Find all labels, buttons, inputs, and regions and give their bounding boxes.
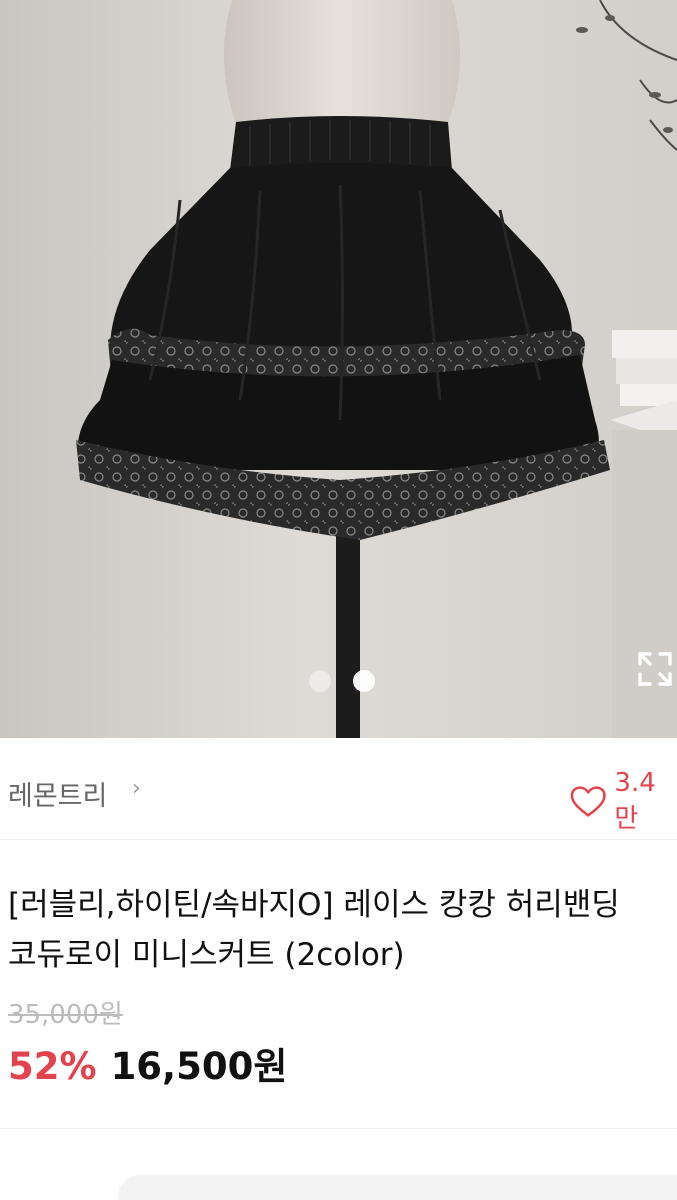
price-row: 52% 16,500원 [8, 1036, 287, 1090]
fullscreen-expand-icon[interactable] [636, 650, 674, 688]
original-price: 35,000원 [8, 1000, 123, 1030]
heart-outline-icon [570, 785, 606, 817]
like-button[interactable]: 3.4만 [570, 768, 677, 835]
product-photo [0, 0, 677, 738]
like-count: 3.4만 [614, 768, 656, 834]
sale-price: 16,500원 [110, 1045, 288, 1088]
seller-row[interactable]: 레몬트리 › 3.4만 [0, 738, 677, 840]
product-image[interactable] [0, 0, 677, 738]
discount-rate: 52% [8, 1045, 97, 1088]
section-divider [0, 1128, 677, 1129]
gallery-pagination [0, 670, 677, 692]
pagination-dot[interactable] [308, 670, 331, 692]
pagination-dot-active[interactable] [352, 670, 375, 692]
bottom-bar-bubble[interactable] [118, 1175, 677, 1200]
chevron-right-icon: › [132, 776, 141, 801]
seller-name[interactable]: 레몬트리 [8, 774, 107, 813]
product-title: [러블리,하이틴/속바지O] 레이스 캉캉 허리밴딩 코듀로이 미니스커트 (2… [8, 887, 620, 973]
